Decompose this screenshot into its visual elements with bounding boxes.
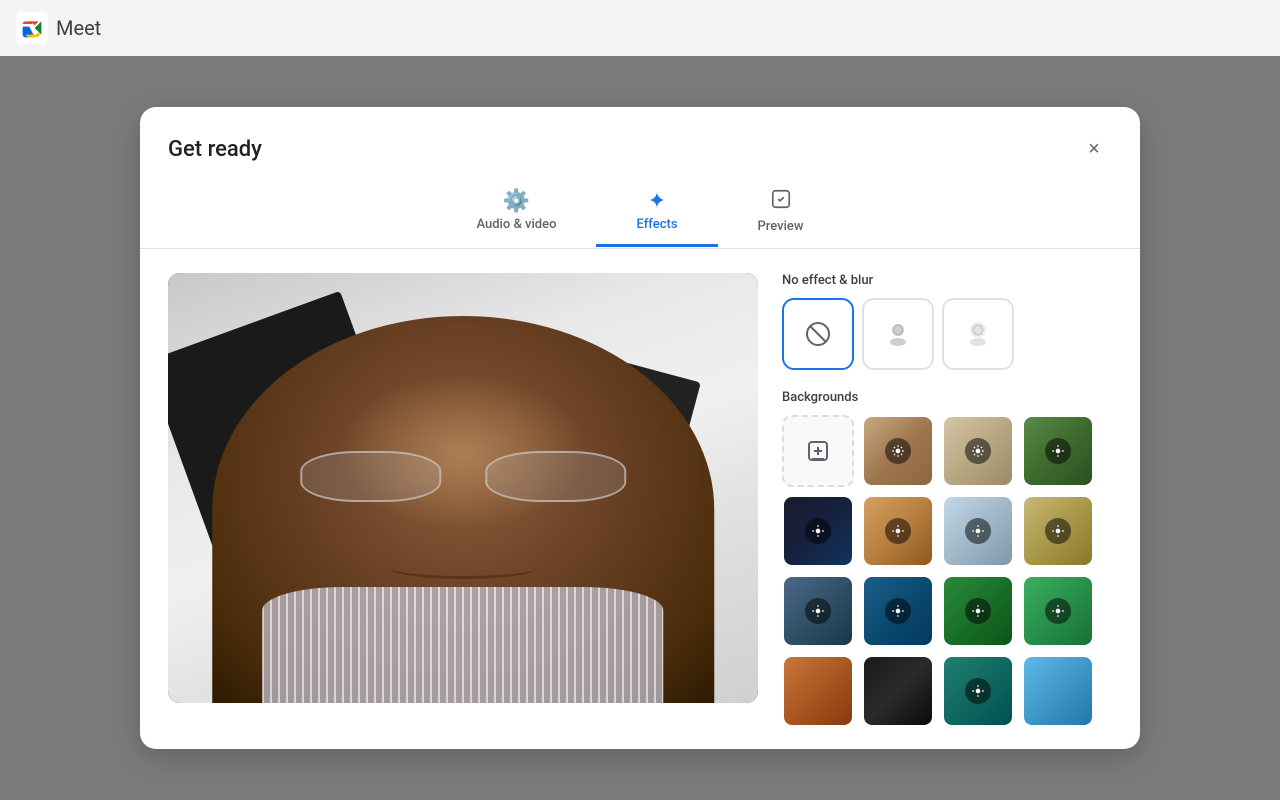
modal-overlay: Get ready × ⚙️ Audio & video ✦ Effects xyxy=(0,56,1280,800)
background-sofa[interactable] xyxy=(782,575,854,647)
animated-icon xyxy=(805,598,831,624)
tab-preview-label: Preview xyxy=(758,219,804,234)
tab-preview[interactable]: Preview xyxy=(718,180,844,249)
animated-icon xyxy=(1045,438,1071,464)
effects-icon: ✦ xyxy=(648,191,666,213)
animated-icon xyxy=(965,438,991,464)
shirt xyxy=(262,587,663,703)
no-effect-button[interactable] xyxy=(782,298,854,370)
app-title: Meet xyxy=(56,16,101,40)
meet-logo-icon xyxy=(16,12,48,44)
person-background xyxy=(168,273,758,703)
tab-effects-label: Effects xyxy=(636,217,677,232)
person-face xyxy=(212,316,714,703)
animated-icon xyxy=(885,438,911,464)
modal-dialog: Get ready × ⚙️ Audio & video ✦ Effects xyxy=(140,107,1140,749)
background-sky[interactable] xyxy=(1022,655,1094,725)
background-office[interactable] xyxy=(942,415,1014,487)
background-teal[interactable] xyxy=(942,655,1014,725)
tab-audio-video-label: Audio & video xyxy=(476,217,556,232)
strong-blur-button[interactable] xyxy=(942,298,1014,370)
upload-background-button[interactable] xyxy=(782,415,854,487)
no-effect-section: No effect & blur xyxy=(782,273,1108,370)
no-effect-section-title: No effect & blur xyxy=(782,273,1108,288)
animated-icon xyxy=(965,598,991,624)
blur-options-group xyxy=(782,298,1108,370)
tab-effects[interactable]: ✦ Effects xyxy=(596,183,717,247)
background-stage[interactable] xyxy=(862,655,934,725)
background-tropical[interactable] xyxy=(942,575,1014,647)
background-dark-space[interactable] xyxy=(782,495,854,567)
tab-bar: ⚙️ Audio & video ✦ Effects Preview xyxy=(140,167,1140,249)
background-desert[interactable] xyxy=(782,655,854,725)
effects-panel: No effect & blur xyxy=(782,273,1112,725)
backgrounds-section-title: Backgrounds xyxy=(782,390,1108,405)
video-feed xyxy=(168,273,758,703)
modal-title: Get ready xyxy=(168,137,262,162)
modal-header: Get ready × xyxy=(140,107,1140,167)
animated-icon xyxy=(805,518,831,544)
backgrounds-grid xyxy=(782,415,1108,725)
preview-icon xyxy=(770,188,792,215)
animated-icon xyxy=(1045,598,1071,624)
smile xyxy=(388,556,538,579)
slight-blur-button[interactable] xyxy=(862,298,934,370)
background-warm-room[interactable] xyxy=(862,415,934,487)
background-glass[interactable] xyxy=(942,495,1014,567)
background-library[interactable] xyxy=(1022,495,1094,567)
animated-icon xyxy=(1045,518,1071,544)
modal-body: No effect & blur xyxy=(140,249,1140,749)
tab-audio-video[interactable]: ⚙️ Audio & video xyxy=(436,183,596,247)
background-island[interactable] xyxy=(1022,575,1094,647)
animated-icon xyxy=(965,678,991,704)
background-kitchen[interactable] xyxy=(862,495,934,567)
backgrounds-section: Backgrounds xyxy=(782,390,1108,725)
background-plant[interactable] xyxy=(1022,415,1094,487)
animated-icon xyxy=(965,518,991,544)
close-button[interactable]: × xyxy=(1076,131,1112,167)
animated-icon xyxy=(885,598,911,624)
audio-video-icon: ⚙️ xyxy=(503,191,530,213)
background-ocean[interactable] xyxy=(862,575,934,647)
glasses xyxy=(300,451,626,497)
app-bar: Meet xyxy=(0,0,1280,56)
animated-icon xyxy=(885,518,911,544)
video-preview xyxy=(168,273,758,703)
